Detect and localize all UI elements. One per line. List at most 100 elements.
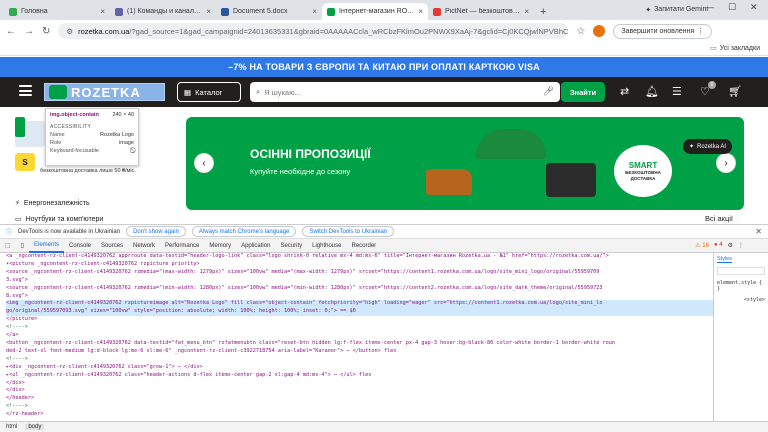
dont-show-again-button[interactable]: Don't show again: [126, 226, 186, 237]
devtools-tab[interactable]: Network: [128, 239, 160, 253]
devtools-tab[interactable]: Security: [275, 239, 307, 253]
switch-language-button[interactable]: Switch DevTools to Ukrainian: [302, 226, 395, 237]
all-bookmarks[interactable]: ▭ Усі закладки: [710, 44, 760, 53]
dom-node-line[interactable]: ▸<div _ngcontent-rz-client-c4149320762 c…: [6, 364, 713, 372]
language-icon[interactable]: ⇄: [620, 85, 629, 98]
dom-node-line[interactable]: <!---->: [6, 324, 713, 332]
banner-next-button[interactable]: ›: [716, 153, 736, 173]
dom-node-line[interactable]: ▸<ul _ngcontent-rz-client-c4149320762 cl…: [6, 372, 713, 380]
dom-node-line[interactable]: 3.svg">: [6, 277, 713, 285]
hero-banner[interactable]: ‹ ОСІННІ ПРОПОЗИЦІЇ Купуйте необхідне до…: [186, 117, 744, 210]
tooltip-selector: img.object-contain: [50, 112, 99, 118]
close-window-icon[interactable]: ✕: [750, 2, 758, 13]
browser-tab[interactable]: Document 5.docx ×: [216, 3, 322, 20]
dom-node-line[interactable]: <source _ngcontent-rz-client-c4149320762…: [6, 269, 713, 277]
sidebar-item-label: Ноутбуки та комп'ютери: [25, 215, 104, 223]
catalog-button[interactable]: ▦ Каталог: [177, 82, 241, 102]
dom-node-line[interactable]: </a>: [6, 332, 713, 340]
style-rule-1: element.style {: [717, 280, 763, 286]
devtools-tab[interactable]: Sources: [96, 239, 128, 253]
url-host: rozetka.com.ua: [78, 26, 130, 36]
tab-close-icon[interactable]: ×: [418, 7, 423, 16]
dom-node-line[interactable]: </div>: [6, 380, 713, 388]
devtools-tab[interactable]: Performance: [160, 239, 204, 253]
dom-node-line[interactable]: 8.svg">: [6, 293, 713, 301]
gemini-button[interactable]: ✦ Запитати Gemini: [645, 3, 708, 16]
banner-prev-button[interactable]: ‹: [194, 153, 214, 173]
settings-icon[interactable]: ⚙: [728, 242, 733, 249]
tab-close-icon[interactable]: ×: [100, 7, 105, 16]
menu-icon[interactable]: [19, 85, 32, 96]
tab-close-icon[interactable]: ×: [206, 7, 211, 16]
promo-banner[interactable]: –7% НА ТОВАРИ З ЄВРОПИ ТА КИТАЮ ПРИ ОПЛА…: [0, 57, 768, 77]
styles-tab[interactable]: Styles: [717, 256, 732, 263]
minimize-icon[interactable]: —: [705, 2, 714, 12]
sidebar-item-label: Енергонезалежність: [23, 199, 90, 207]
devtools-tab[interactable]: Console: [64, 239, 96, 253]
rozetka-ai-button[interactable]: ✦ Rozetka AI: [683, 139, 733, 154]
cart-icon[interactable]: 🛒︎: [728, 85, 742, 98]
match-chrome-language-button[interactable]: Always match Chrome's language: [191, 226, 297, 237]
dom-node-line[interactable]: </div>: [6, 387, 713, 395]
sidebar-delivery-note: безкоштовна доставка лише 50 ₴/міс.: [40, 168, 136, 174]
device-toggle-icon[interactable]: ▯: [16, 239, 29, 253]
reload-icon[interactable]: ↻: [42, 26, 50, 37]
filter-input[interactable]: [717, 267, 765, 275]
update-button[interactable]: Завершити оновлення ⋮: [613, 23, 713, 39]
search-box[interactable]: ⌕ Я шукаю... 🎤︎: [250, 82, 560, 102]
inspect-element-icon[interactable]: ⬚: [0, 239, 16, 253]
dom-node-line[interactable]: ded-2 text-xl font-medium lg:d-block lg:…: [6, 348, 713, 356]
maximize-icon[interactable]: ☐: [728, 2, 736, 13]
dom-node-line[interactable]: <a _ngcontent-rz-client-c4149320762 appr…: [6, 253, 713, 261]
new-tab-button[interactable]: +: [534, 3, 552, 20]
forward-icon[interactable]: →: [24, 26, 34, 37]
dom-node-line[interactable]: </rz-header>: [6, 411, 713, 419]
site-logo[interactable]: ROZETKA: [44, 83, 165, 101]
devtools-tab[interactable]: Application: [236, 239, 275, 253]
elements-tree[interactable]: <a _ngcontent-rz-client-c4149320762 appr…: [0, 253, 713, 421]
sidebar-item-energy[interactable]: ⚡︎ Енергонезалежність: [15, 199, 90, 208]
browser-tab[interactable]: PictNet — безкоштовний ; ×: [428, 3, 534, 20]
sidebar-item-laptops[interactable]: ▭ Ноутбуки та комп'ютери: [15, 215, 104, 224]
browser-tab[interactable]: Інтернет-магазин ROZETKA ×: [322, 3, 428, 20]
tab-close-icon[interactable]: ×: [312, 7, 317, 16]
profile-avatar[interactable]: [593, 25, 606, 37]
devtools-tab[interactable]: Memory: [204, 239, 236, 253]
dom-node-line[interactable]: </picture>: [6, 316, 713, 324]
devtools-more-icon[interactable]: ⋮: [738, 242, 744, 249]
back-icon[interactable]: ←: [6, 26, 16, 37]
search-input[interactable]: Я шукаю...: [264, 88, 301, 97]
browser-tab[interactable]: (1) Команды и каналы | ×: [110, 3, 216, 20]
close-infobar-icon[interactable]: ✕: [755, 227, 762, 236]
dom-node-line[interactable]: <button _ngcontent-rz-client-c4149320762…: [6, 340, 713, 348]
all-promotions-link[interactable]: Всі акції: [705, 214, 733, 223]
devtools-tab[interactable]: Recorder: [346, 239, 381, 253]
dom-node-line[interactable]: <!---->: [6, 403, 713, 411]
breadcrumb-html[interactable]: html: [6, 424, 17, 430]
sidebar-promo-tile-2[interactable]: S: [15, 153, 35, 171]
notifications-icon[interactable]: 🔔︎: [645, 85, 659, 98]
breadcrumb-body[interactable]: body: [25, 424, 45, 430]
dom-node-line[interactable]: <img _ngcontent-rz-client-c4149320762 rz…: [6, 300, 713, 309]
devtools-tab[interactable]: Lighthouse: [307, 239, 346, 253]
tab-close-icon[interactable]: ×: [524, 7, 529, 16]
dom-node-line[interactable]: <!---->: [6, 356, 713, 364]
orders-icon[interactable]: ☰: [672, 85, 682, 98]
devtools-counters[interactable]: ⚠ 16 ● 4 ⚙ ⋮: [695, 242, 744, 249]
devtools-tab[interactable]: Elements: [28, 239, 64, 253]
folder-icon: ▭: [710, 45, 717, 52]
microphone-icon[interactable]: 🎤︎: [543, 86, 554, 97]
address-bar[interactable]: ⚙ rozetka.com.ua /?gad_source=1&gad_camp…: [58, 23, 569, 39]
tooltip-key: Name: [50, 132, 65, 138]
find-button[interactable]: Знайти: [561, 82, 605, 102]
dom-node-line[interactable]: go/original/559597093.svg" sizes="100vw"…: [6, 308, 713, 317]
dom-node-line[interactable]: <source _ngcontent-rz-client-c4149320762…: [6, 285, 713, 293]
dom-node-line[interactable]: ▾<picture _ngcontent-rz-client-c41493207…: [6, 261, 713, 269]
bookmark-star-icon[interactable]: ☆: [576, 26, 585, 37]
smart-delivery-badge: SMART БЕЗКОШТОВНА ДОСТАВКА: [614, 145, 672, 197]
dom-node-line[interactable]: </header>: [6, 395, 713, 403]
tooltip-heading: ACCESSIBILITY: [50, 124, 92, 130]
site-info-icon[interactable]: ⚙: [66, 27, 73, 36]
browser-tab[interactable]: Головна ×: [4, 3, 110, 20]
smart-title: SMART: [628, 160, 658, 170]
